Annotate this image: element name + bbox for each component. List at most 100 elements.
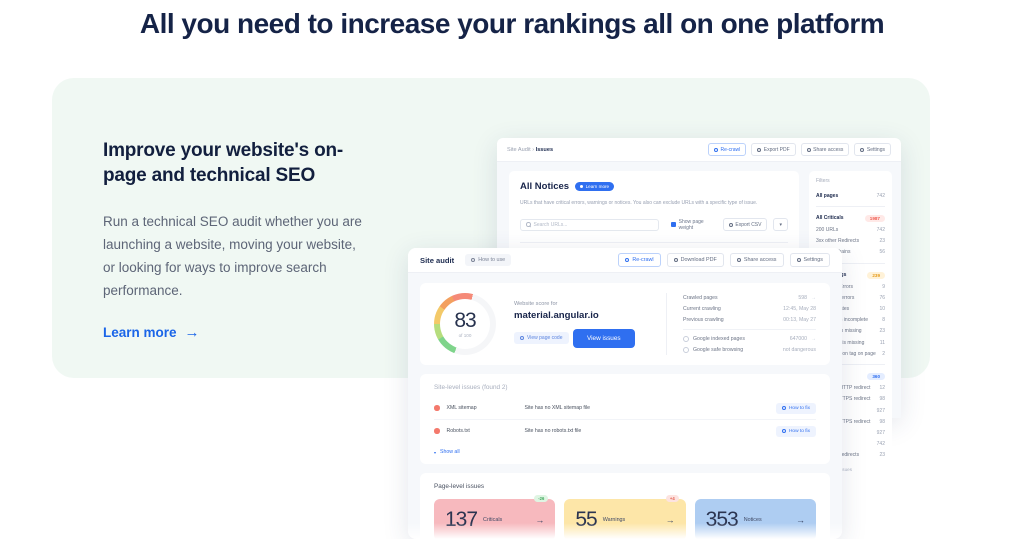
feature-copy: Improve your website's on-page and techn… <box>103 138 365 342</box>
filter-count: 98 <box>879 396 885 403</box>
filter-row[interactable]: All Criticals 1987 <box>816 212 885 224</box>
score-details: Website score for material.angular.io Vi… <box>514 301 635 348</box>
arrow-right-icon[interactable]: → <box>811 295 816 301</box>
site-level-issues-title: Site-level issues <box>434 384 481 391</box>
stat-row: Google indexed pages 647000 → <box>683 334 816 345</box>
show-all-label: Show all <box>440 449 460 455</box>
download-icon <box>757 147 762 152</box>
site-audit-topbar: Site audit How to use Re-crawl Download … <box>408 248 842 273</box>
site-audit-body: 80-89 83 of 100 Website score for materi… <box>408 273 842 539</box>
score-out-of: of 100 <box>458 333 472 338</box>
export-csv-button[interactable]: Export CSV <box>722 218 768 231</box>
site-audit-title: Site audit <box>420 255 455 265</box>
google-icon <box>683 347 689 354</box>
download-icon <box>728 222 733 227</box>
site-level-issues-header: Site-level issues (found 2) <box>434 384 816 391</box>
settings-button[interactable]: Settings <box>789 253 830 267</box>
filter-count: 10 <box>879 306 885 313</box>
filter-count: 360 <box>867 373 885 381</box>
issue-name: Robots.txt <box>446 428 470 434</box>
stat-value: 647000 <box>789 336 807 343</box>
filter-count: 11 <box>879 339 885 346</box>
download-pdf-button[interactable]: Download PDF <box>666 253 724 267</box>
divider <box>816 206 885 208</box>
chevron-down-icon: ▾ <box>779 221 782 228</box>
score-gauge: 80-89 83 of 100 <box>434 293 496 355</box>
learn-more-chip-label: Learn more <box>585 184 610 189</box>
learn-more-label: Learn more <box>103 325 177 340</box>
play-icon <box>471 258 476 262</box>
share-icon <box>806 147 811 152</box>
learn-more-link[interactable]: Learn more → <box>103 324 200 341</box>
show-all-link[interactable]: ▾ Show all <box>434 449 816 455</box>
score-caption: Website score for <box>514 300 558 307</box>
site-level-issues-list: XML sitemap Site has no XML sitemap file H… <box>434 397 816 442</box>
recrawl-button[interactable]: Re-crawl <box>618 253 661 267</box>
gear-icon <box>796 258 801 262</box>
stat-value: not dangerous <box>782 347 816 354</box>
bottom-fade <box>408 523 842 539</box>
view-issues-button[interactable]: View issues <box>572 328 635 348</box>
filter-count: 927 <box>876 429 885 436</box>
filter-count: 98 <box>879 418 885 425</box>
breadcrumb-separator: › <box>532 146 535 153</box>
table-row: XML sitemap Site has no XML sitemap file H… <box>434 397 816 419</box>
filter-count: 56 <box>879 249 885 256</box>
filter-count: 9 <box>882 283 885 290</box>
breadcrumb: Site Audit › Issues <box>507 147 553 153</box>
how-to-use-button[interactable]: How to use <box>465 254 512 266</box>
breadcrumb-root[interactable]: Site Audit <box>507 147 531 153</box>
how-to-fix-button[interactable]: How to fix <box>775 402 816 414</box>
filter-row[interactable]: 3xx other Redirects 23 <box>816 236 885 247</box>
info-icon <box>580 185 584 188</box>
filter-count: 742 <box>876 226 885 233</box>
stat-label: Crawled pages <box>683 294 718 301</box>
search-icon <box>526 222 531 227</box>
recrawl-button[interactable]: Re-crawl <box>708 143 747 156</box>
filter-label: 3xx other Redirects <box>816 238 860 245</box>
issue-description: Site has no XML sitemap file <box>524 405 591 411</box>
how-to-fix-button[interactable]: How to fix <box>775 425 816 437</box>
learn-more-chip[interactable]: Learn more <box>575 182 615 191</box>
filter-label: All pages <box>816 192 839 199</box>
settings-label: Settings <box>803 257 823 263</box>
all-notices-description: URLs that have critical errors, warnings… <box>520 200 758 206</box>
export-csv-dropdown[interactable]: ▾ <box>773 218 788 231</box>
how-to-use-label: How to use <box>478 257 506 263</box>
info-icon <box>781 406 786 410</box>
website-score-panel: 80-89 83 of 100 Website score for materi… <box>420 283 830 365</box>
landing-page-section: All you need to increase your rankings a… <box>0 0 1024 539</box>
stat-value: 00:13, May 27 <box>783 316 816 323</box>
stat-value: 598 <box>798 294 807 301</box>
share-access-button[interactable]: Share access <box>729 253 784 267</box>
share-access-button[interactable]: Share access <box>800 143 850 156</box>
filter-count: 76 <box>879 294 885 301</box>
crawl-stats: Crawled pages 598 → Current crawling 12:45, … <box>666 292 816 356</box>
arrow-right-icon: → <box>184 324 200 341</box>
issues-toolbar-buttons: Re-crawl Export PDF Share access Setting… <box>708 143 891 156</box>
issue-description: Site has no robots.txt file <box>524 428 582 434</box>
stat-row: Previous crawling 00:13, May 27 <box>683 314 816 325</box>
recrawl-label: Re-crawl <box>632 257 654 263</box>
filter-count: 12 <box>879 385 885 392</box>
search-input[interactable]: Search URLs... <box>520 218 659 231</box>
filter-count: 1987 <box>864 214 885 222</box>
export-pdf-button[interactable]: Export PDF <box>751 143 796 156</box>
stat-value: 12:45, May 28 <box>783 305 816 312</box>
filter-row[interactable]: All pages 742 <box>816 190 885 201</box>
filter-count: 927 <box>876 407 885 414</box>
show-page-weight-checkbox[interactable]: Show page weight <box>670 219 717 231</box>
view-page-code-button[interactable]: View page code <box>514 331 569 344</box>
settings-button[interactable]: Settings <box>854 143 891 156</box>
info-icon <box>781 429 786 433</box>
filter-count: 2 <box>882 350 885 357</box>
filter-row[interactable]: 200 URLs 742 <box>816 224 885 235</box>
filter-label: All Criticals <box>816 215 844 222</box>
export-pdf-label: Export PDF <box>763 146 790 153</box>
share-access-label: Share access <box>813 146 844 153</box>
arrow-right-icon[interactable]: → <box>811 336 816 342</box>
stat-label: Google safe browsing <box>693 347 744 354</box>
site-level-issues-panel: Site-level issues (found 2) XML sitemap S… <box>420 374 830 464</box>
site-audit-toolbar-buttons: Re-crawl Download PDF Share access Setti… <box>618 253 830 267</box>
stat-label: Previous crawling <box>683 316 724 323</box>
